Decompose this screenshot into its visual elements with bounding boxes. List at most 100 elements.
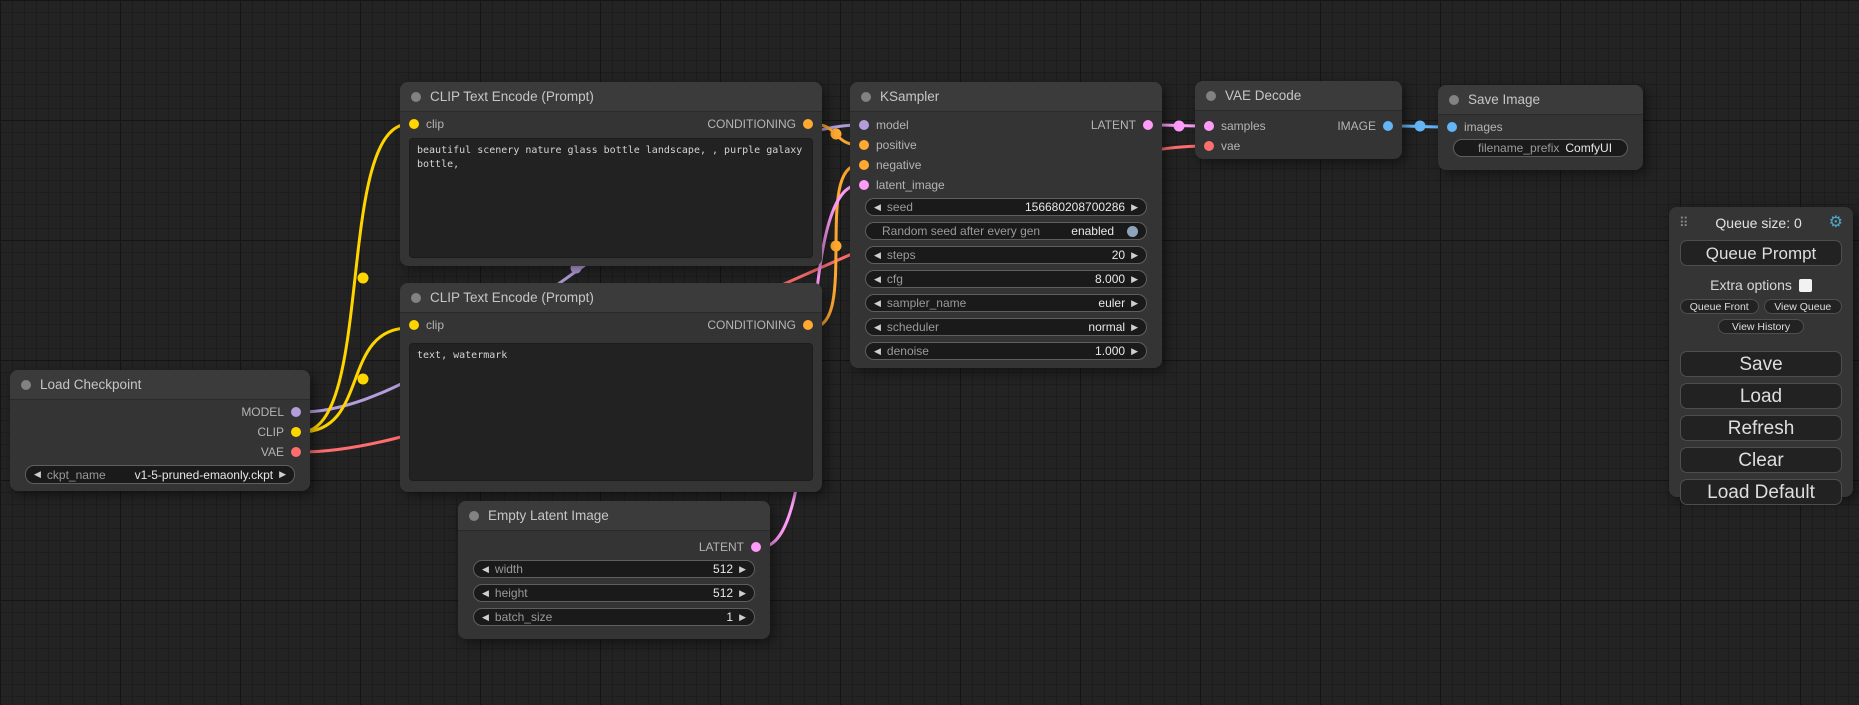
arrow-right-icon[interactable]: ▶ bbox=[1131, 299, 1138, 308]
output-dot-latent[interactable] bbox=[1143, 120, 1153, 130]
arrow-right-icon[interactable]: ▶ bbox=[739, 589, 746, 598]
arrow-left-icon[interactable]: ◀ bbox=[874, 251, 881, 260]
prompt-textarea[interactable]: text, watermark bbox=[409, 343, 813, 481]
node-title-bar[interactable]: CLIP Text Encode (Prompt) bbox=[400, 283, 822, 313]
arrow-left-icon[interactable]: ◀ bbox=[874, 275, 881, 284]
node-load-checkpoint[interactable]: Load Checkpoint MODEL CLIP VAE ◀ ckpt_na… bbox=[10, 370, 310, 491]
seed-widget[interactable]: ◀ seed 156680208700286 ▶ bbox=[865, 198, 1147, 216]
arrow-left-icon[interactable]: ◀ bbox=[482, 613, 489, 622]
node-empty-latent-image[interactable]: Empty Latent Image LATENT ◀ width 512 ▶ … bbox=[458, 501, 770, 639]
save-button[interactable]: Save bbox=[1680, 351, 1842, 377]
sampler-name-widget[interactable]: ◀ sampler_name euler ▶ bbox=[865, 294, 1147, 312]
node-title-bar[interactable]: VAE Decode bbox=[1195, 81, 1402, 111]
arrow-right-icon[interactable]: ▶ bbox=[1131, 203, 1138, 212]
input-dot-clip[interactable] bbox=[409, 320, 419, 330]
cfg-widget[interactable]: ◀ cfg 8.000 ▶ bbox=[865, 270, 1147, 288]
input-dot-model[interactable] bbox=[859, 120, 869, 130]
node-clip-text-encode-negative[interactable]: CLIP Text Encode (Prompt) clip CONDITION… bbox=[400, 283, 822, 492]
node-vae-decode[interactable]: VAE Decode IMAGE samples vae bbox=[1195, 81, 1402, 159]
arrow-right-icon[interactable]: ▶ bbox=[1131, 275, 1138, 284]
node-title-bar[interactable]: Empty Latent Image bbox=[458, 501, 770, 531]
toggle-circle-icon[interactable] bbox=[1127, 226, 1138, 237]
load-default-button[interactable]: Load Default bbox=[1680, 479, 1842, 505]
scheduler-widget[interactable]: ◀ scheduler normal ▶ bbox=[865, 318, 1147, 336]
output-dot-model[interactable] bbox=[291, 407, 301, 417]
clear-button[interactable]: Clear bbox=[1680, 447, 1842, 473]
view-queue-button[interactable]: View Queue bbox=[1764, 299, 1843, 314]
arrow-left-icon[interactable]: ◀ bbox=[34, 470, 41, 479]
node-graph-canvas[interactable]: Load Checkpoint MODEL CLIP VAE ◀ ckpt_na… bbox=[0, 0, 1859, 705]
input-label: negative bbox=[876, 158, 921, 172]
input-dot-vae[interactable] bbox=[1204, 141, 1214, 151]
arrow-right-icon[interactable]: ▶ bbox=[1131, 323, 1138, 332]
node-clip-text-encode-positive[interactable]: CLIP Text Encode (Prompt) clip CONDITION… bbox=[400, 82, 822, 266]
collapse-dot[interactable] bbox=[861, 92, 871, 102]
random-seed-toggle-widget[interactable]: Random seed after every gen enabled bbox=[865, 222, 1147, 240]
arrow-right-icon[interactable]: ▶ bbox=[1131, 251, 1138, 260]
collapse-dot[interactable] bbox=[1206, 91, 1216, 101]
node-title-bar[interactable]: KSampler bbox=[850, 82, 1162, 112]
input-dot-positive[interactable] bbox=[859, 140, 869, 150]
collapse-dot[interactable] bbox=[411, 293, 421, 303]
collapse-dot[interactable] bbox=[469, 511, 479, 521]
node-title-bar[interactable]: Load Checkpoint bbox=[10, 370, 310, 400]
arrow-right-icon[interactable]: ▶ bbox=[739, 613, 746, 622]
height-widget[interactable]: ◀ height 512 ▶ bbox=[473, 584, 755, 602]
output-label: CLIP bbox=[257, 425, 284, 439]
output-dot-image[interactable] bbox=[1383, 121, 1393, 131]
queue-size-label: Queue size: 0 bbox=[1689, 215, 1829, 231]
arrow-left-icon[interactable]: ◀ bbox=[874, 203, 881, 212]
filename-prefix-widget[interactable]: filename_prefix ComfyUI bbox=[1453, 139, 1628, 157]
widget-label: filename_prefix bbox=[1478, 141, 1559, 155]
node-title-bar[interactable]: CLIP Text Encode (Prompt) bbox=[400, 82, 822, 112]
output-dot-latent[interactable] bbox=[751, 542, 761, 552]
arrow-left-icon[interactable]: ◀ bbox=[874, 347, 881, 356]
output-label: LATENT bbox=[1091, 118, 1136, 132]
input-dot-samples[interactable] bbox=[1204, 121, 1214, 131]
link-dot-cond-neg bbox=[831, 241, 842, 252]
load-button[interactable]: Load bbox=[1680, 383, 1842, 409]
input-dot-negative[interactable] bbox=[859, 160, 869, 170]
input-dot-latent-image[interactable] bbox=[859, 180, 869, 190]
arrow-left-icon[interactable]: ◀ bbox=[482, 589, 489, 598]
widget-label: seed bbox=[887, 200, 913, 214]
queue-front-button[interactable]: Queue Front bbox=[1680, 299, 1759, 314]
input-label: clip bbox=[426, 318, 444, 332]
collapse-dot[interactable] bbox=[1449, 95, 1459, 105]
node-title: Load Checkpoint bbox=[40, 377, 141, 392]
node-title-bar[interactable]: Save Image bbox=[1438, 85, 1643, 115]
output-dot-clip[interactable] bbox=[291, 427, 301, 437]
arrow-right-icon[interactable]: ▶ bbox=[279, 470, 286, 479]
steps-widget[interactable]: ◀ steps 20 ▶ bbox=[865, 246, 1147, 264]
output-dot-vae[interactable] bbox=[291, 447, 301, 457]
ckpt-name-widget[interactable]: ◀ ckpt_name v1-5-pruned-emaonly.ckpt ▶ bbox=[25, 465, 295, 484]
output-dot-conditioning[interactable] bbox=[803, 119, 813, 129]
width-widget[interactable]: ◀ width 512 ▶ bbox=[473, 560, 755, 578]
node-title: Save Image bbox=[1468, 92, 1540, 107]
prompt-textarea[interactable]: beautiful scenery nature glass bottle la… bbox=[409, 138, 813, 258]
node-ksampler[interactable]: KSampler LATENT model positive negative … bbox=[850, 82, 1162, 368]
widget-value: 512 bbox=[713, 586, 733, 600]
arrow-right-icon[interactable]: ▶ bbox=[1131, 347, 1138, 356]
view-history-button[interactable]: View History bbox=[1718, 319, 1804, 334]
arrow-right-icon[interactable]: ▶ bbox=[739, 565, 746, 574]
node-save-image[interactable]: Save Image images filename_prefix ComfyU… bbox=[1438, 85, 1643, 170]
arrow-left-icon[interactable]: ◀ bbox=[874, 323, 881, 332]
denoise-widget[interactable]: ◀ denoise 1.000 ▶ bbox=[865, 342, 1147, 360]
queue-prompt-button[interactable]: Queue Prompt bbox=[1680, 240, 1842, 266]
input-row-vae: vae bbox=[1195, 136, 1402, 156]
widget-value: 1 bbox=[726, 610, 733, 624]
drag-handle-icon[interactable]: ⠿ bbox=[1679, 215, 1689, 231]
collapse-dot[interactable] bbox=[411, 92, 421, 102]
input-dot-clip[interactable] bbox=[409, 119, 419, 129]
extra-options-checkbox[interactable] bbox=[1799, 279, 1812, 292]
refresh-button[interactable]: Refresh bbox=[1680, 415, 1842, 441]
output-dot-conditioning[interactable] bbox=[803, 320, 813, 330]
output-label: IMAGE bbox=[1337, 119, 1376, 133]
gear-icon[interactable]: ⚙ bbox=[1829, 215, 1843, 231]
collapse-dot[interactable] bbox=[21, 380, 31, 390]
arrow-left-icon[interactable]: ◀ bbox=[482, 565, 489, 574]
input-dot-images[interactable] bbox=[1447, 122, 1457, 132]
arrow-left-icon[interactable]: ◀ bbox=[874, 299, 881, 308]
batch-size-widget[interactable]: ◀ batch_size 1 ▶ bbox=[473, 608, 755, 626]
